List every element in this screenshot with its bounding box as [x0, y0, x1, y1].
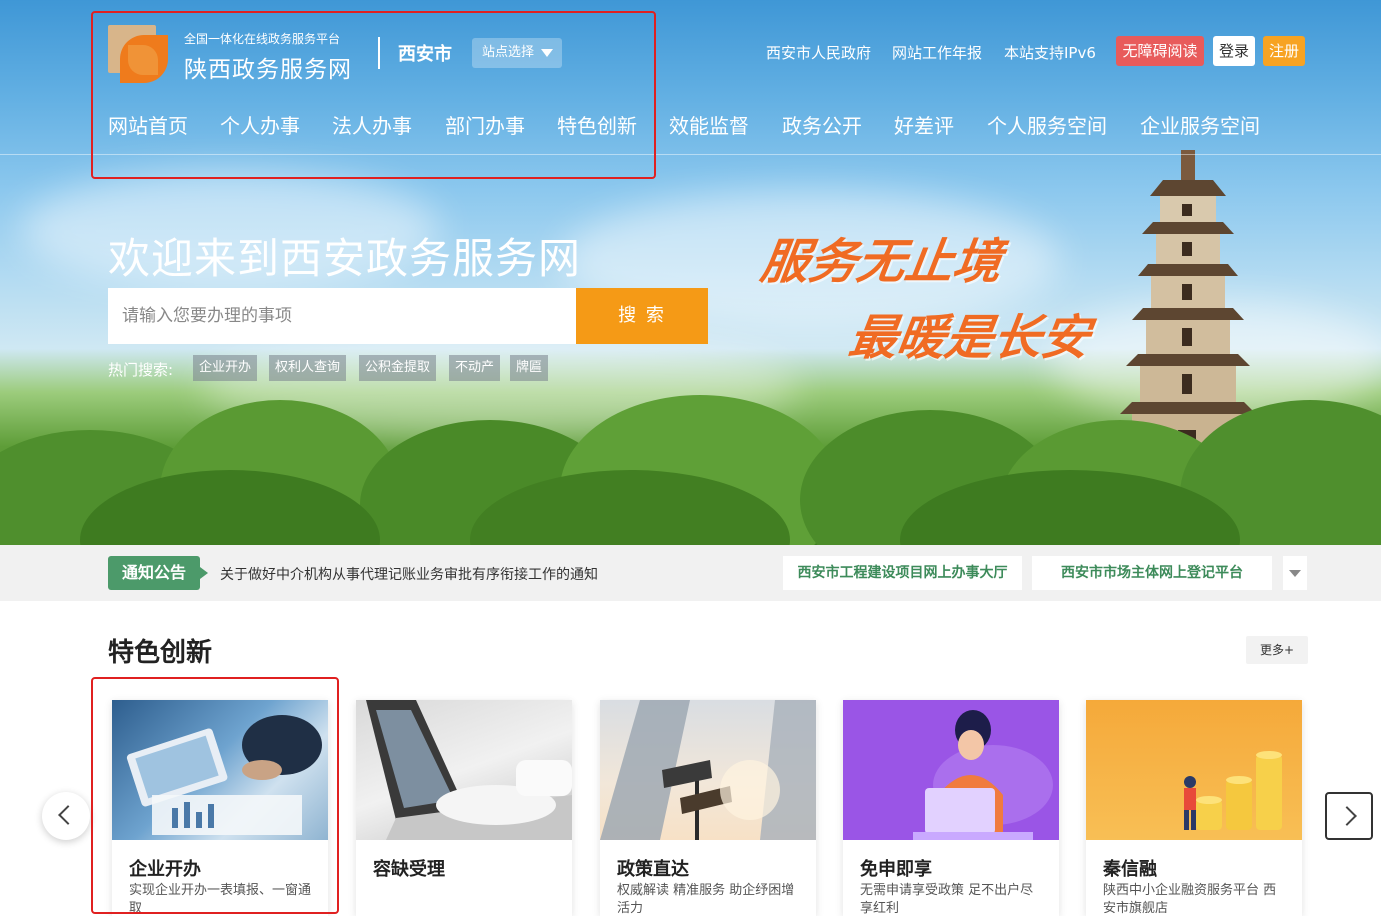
card-enterprise-opening[interactable]: 企业开办 实现企业开办一表填报、一窗通取	[112, 700, 328, 916]
welcome-heading: 欢迎来到西安政务服务网	[108, 234, 582, 283]
nav-government-affairs-open[interactable]: 政务公开	[782, 110, 862, 139]
nav-evaluation[interactable]: 好差评	[894, 110, 954, 139]
hot-tag-owner-query[interactable]: 权利人查询	[269, 355, 347, 381]
card-image-no-apply-enjoy	[843, 700, 1059, 840]
card-image-tolerance-acceptance	[356, 700, 572, 840]
link-xian-government[interactable]: 西安市人民政府	[766, 42, 871, 63]
nav-department-affairs[interactable]: 部门办事	[445, 110, 525, 139]
more-button[interactable]: 更多+	[1246, 636, 1308, 664]
slogan-line-2: 最暖是长安	[845, 310, 1094, 366]
section-title: 特色创新	[108, 638, 213, 668]
carousel-prev-button[interactable]	[42, 792, 90, 840]
register-button[interactable]: 注册	[1263, 36, 1305, 66]
caret-down-icon	[541, 49, 553, 57]
market-registration-link[interactable]: 西安市市场主体网上登记平台	[1032, 556, 1272, 590]
hot-tag-plaque[interactable]: 牌匾	[510, 355, 549, 381]
card-tolerance-acceptance[interactable]: 容缺受理	[356, 700, 572, 916]
card-title: 企业开办	[129, 859, 201, 880]
engineering-platform-link[interactable]: 西安市工程建设项目网上办事大厅	[783, 556, 1022, 590]
hot-tag-real-estate[interactable]: 不动产	[449, 355, 501, 381]
chevron-left-icon	[58, 805, 78, 825]
notice-text[interactable]: 关于做好中介机构从事代理记账业务审批有序衔接工作的通知	[220, 564, 598, 584]
platform-subtitle: 全国一体化在线政务服务平台	[184, 32, 341, 46]
card-description: 陕西中小企业融资服务平台 西安市旗舰店	[1103, 883, 1277, 916]
accessibility-button[interactable]: 无障碍阅读	[1116, 36, 1204, 66]
caret-down-icon	[1289, 570, 1301, 577]
city-name: 西安市	[398, 44, 452, 65]
card-description: 权威解读 精准服务 助企纾困增活力	[617, 883, 795, 916]
header-divider	[0, 154, 1381, 155]
card-image-enterprise-opening	[112, 700, 328, 840]
slogan-line-1: 服务无止境	[757, 234, 1006, 290]
login-button[interactable]: 登录	[1213, 36, 1255, 66]
nav-personal-service-space[interactable]: 个人服务空间	[987, 110, 1107, 139]
card-title: 秦信融	[1103, 859, 1157, 880]
hot-search-label: 热门搜索:	[108, 361, 174, 379]
card-no-apply-enjoy[interactable]: 免申即享 无需申请享受政策 足不出户尽享红利	[843, 700, 1059, 916]
card-title: 政策直达	[617, 859, 689, 880]
link-annual-report[interactable]: 网站工作年报	[892, 42, 982, 63]
hot-tag-provident-fund[interactable]: 公积金提取	[359, 355, 437, 381]
notice-tag[interactable]: 通知公告	[108, 556, 208, 590]
nav-personal-affairs[interactable]: 个人办事	[220, 110, 300, 139]
nav-legal-entity-affairs[interactable]: 法人办事	[332, 110, 412, 139]
title-divider	[378, 37, 380, 69]
link-ipv6[interactable]: 本站支持IPv6	[1004, 42, 1096, 63]
search-input[interactable]	[108, 288, 576, 344]
card-image-qinxinrong	[1086, 700, 1302, 840]
site-select-label: 站点选择	[482, 45, 535, 60]
carousel-next-button[interactable]	[1325, 792, 1373, 840]
site-select-dropdown[interactable]: 站点选择	[472, 38, 562, 68]
card-image-policy-direct	[600, 700, 816, 840]
nav-home[interactable]: 网站首页	[108, 110, 188, 139]
nav-enterprise-service-space[interactable]: 企业服务空间	[1140, 110, 1260, 139]
card-description: 实现企业开办一表填报、一窗通取	[129, 883, 312, 916]
hot-tag-enterprise-opening[interactable]: 企业开办	[193, 355, 258, 381]
card-policy-direct[interactable]: 政策直达 权威解读 精准服务 助企纾困增活力	[600, 700, 816, 916]
site-logo[interactable]	[108, 25, 170, 85]
platform-dropdown[interactable]	[1283, 556, 1307, 590]
card-qinxinrong[interactable]: 秦信融 陕西中小企业融资服务平台 西安市旗舰店	[1086, 700, 1302, 916]
platform-title[interactable]: 陕西政务服务网	[184, 50, 352, 84]
nav-featured-innovation[interactable]: 特色创新	[557, 110, 637, 139]
card-description: 无需申请享受政策 足不出户尽享红利	[860, 883, 1034, 916]
card-title: 容缺受理	[373, 859, 445, 880]
card-title: 免申即享	[860, 859, 932, 880]
search-button[interactable]: 搜 索	[576, 288, 708, 344]
chevron-right-icon	[1337, 806, 1357, 826]
nav-efficiency-supervision[interactable]: 效能监督	[669, 110, 749, 139]
